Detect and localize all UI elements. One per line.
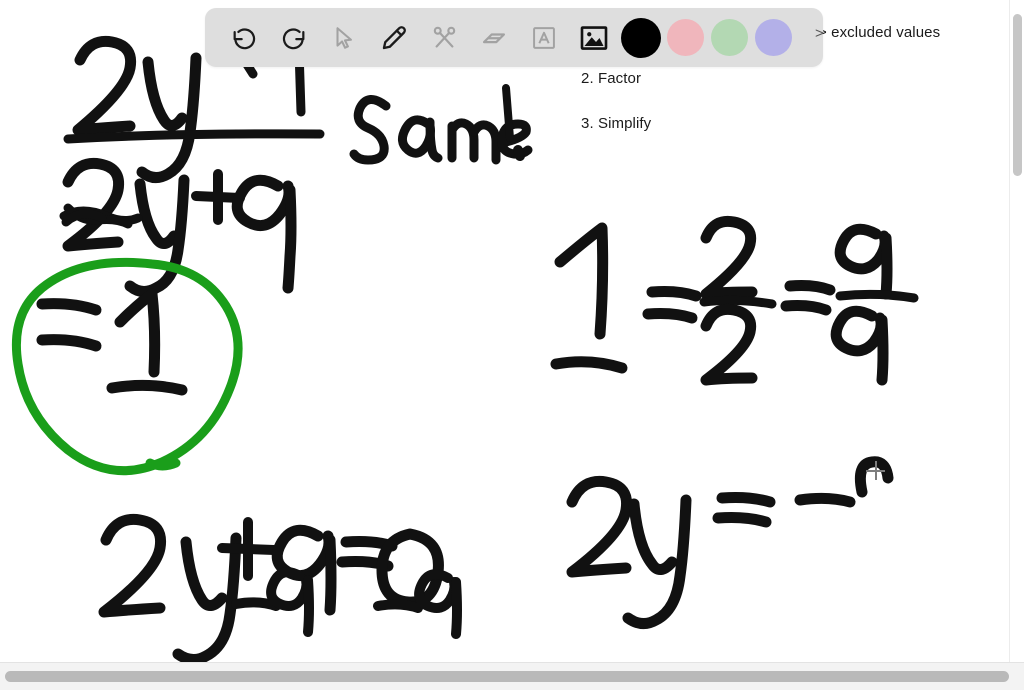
image-icon — [579, 23, 609, 53]
cut-tool-button[interactable] — [419, 15, 469, 61]
identity-chain — [550, 215, 919, 386]
note-step-simplify: 3. Simplify — [581, 115, 652, 132]
pen-tool-button[interactable] — [369, 15, 419, 61]
note-step-factor: 2. Factor — [581, 70, 642, 87]
same-annotation — [349, 84, 533, 165]
select-tool-button[interactable] — [319, 15, 369, 61]
vertical-scrollbar-thumb[interactable] — [1013, 14, 1022, 176]
undo-icon — [230, 24, 258, 52]
eraser-tool-button[interactable] — [469, 15, 519, 61]
drawing-canvas[interactable] — [0, 0, 1010, 662]
cancel-mark — [59, 203, 143, 229]
undo-button[interactable] — [219, 15, 269, 61]
subtract-nine-left — [231, 567, 314, 637]
color-swatch-black[interactable] — [619, 15, 663, 61]
redo-button[interactable] — [269, 15, 319, 61]
toolbar-more-chevron[interactable]: > — [815, 25, 824, 42]
color-swatch-purple[interactable] — [751, 15, 795, 61]
text-tool-button[interactable] — [519, 15, 569, 61]
horizontal-scrollbar[interactable] — [0, 662, 1024, 690]
subtract-nine-right — [373, 569, 462, 639]
cursor-icon — [331, 25, 357, 51]
result-equals-one — [36, 288, 188, 396]
text-icon — [530, 24, 558, 52]
image-tool-button[interactable] — [569, 15, 619, 61]
highlight-circle — [11, 257, 243, 476]
horizontal-scrollbar-thumb[interactable] — [5, 671, 1009, 682]
redo-icon — [280, 24, 308, 52]
equation-in-progress — [566, 456, 894, 629]
drawing-toolbar — [205, 8, 823, 67]
color-swatch-green[interactable] — [707, 15, 751, 61]
color-swatch-pink[interactable] — [663, 15, 707, 61]
whiteboard-app: > excluded values 2. Factor 3. Simplify — [0, 0, 1024, 690]
scissors-icon — [431, 24, 458, 51]
pencil-icon — [380, 24, 408, 52]
vertical-scrollbar[interactable] — [1009, 0, 1024, 662]
note-excluded-values: > excluded values — [818, 24, 941, 41]
eraser-icon — [480, 24, 508, 52]
